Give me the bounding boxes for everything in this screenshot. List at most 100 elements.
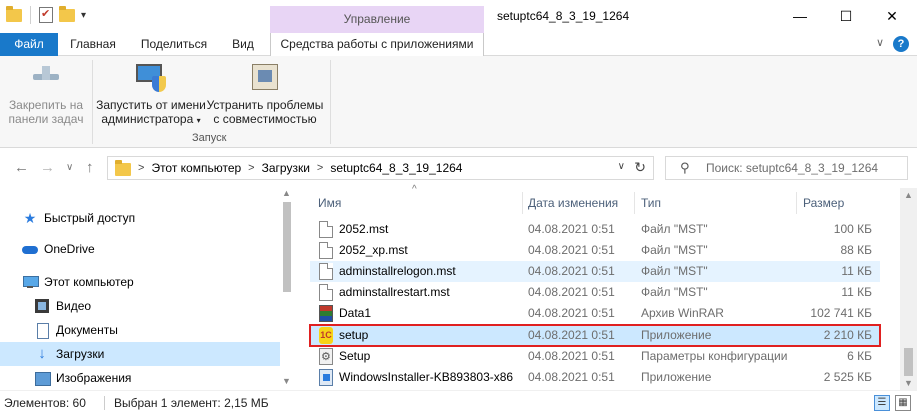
file-name: 2052_xp.mst: [339, 243, 408, 257]
run-as-admin-icon: [134, 62, 168, 92]
search-input[interactable]: Поиск: setuptc64_8_3_19_1264: [706, 161, 878, 175]
tab-share[interactable]: Поделиться: [134, 33, 214, 56]
pin-label-line2: панели задач: [8, 112, 84, 126]
nav-documents-label: Документы: [56, 323, 118, 337]
help-icon[interactable]: ?: [893, 36, 909, 52]
file-row[interactable]: Setup 04.08.2021 0:51 Параметры конфигурац…: [310, 346, 880, 367]
customize-toolbar-dropdown[interactable]: ▾: [81, 10, 86, 21]
forward-button[interactable]: →: [40, 159, 55, 176]
nav-onedrive[interactable]: OneDrive: [22, 237, 95, 261]
troubleshoot-compatibility-button[interactable]: Устранить проблемы с совместимостью: [206, 62, 324, 126]
tab-home[interactable]: Главная: [62, 33, 124, 56]
file-size: 2 525 КБ: [823, 370, 872, 384]
file-row[interactable]: Data1 04.08.2021 0:51 Архив WinRAR 102 741 …: [310, 303, 880, 324]
breadcrumb-downloads[interactable]: Загрузки: [262, 161, 310, 175]
nav-quick-access[interactable]: ★ Быстрый доступ: [22, 206, 135, 230]
status-bar: Элементов: 60 Выбран 1 элемент: 2,15 МБ …: [0, 390, 917, 414]
run-as-admin-button[interactable]: Запустить от имени администратора ▾: [96, 62, 206, 128]
column-headers: ^ Имя Дата изменения Тип Размер: [310, 184, 900, 216]
maximize-button[interactable]: ☐: [823, 0, 869, 32]
close-button[interactable]: ✕: [869, 0, 915, 32]
search-box[interactable]: ⚲ Поиск: setuptc64_8_3_19_1264: [665, 156, 908, 180]
file-type: Архив WinRAR: [641, 306, 724, 320]
column-size[interactable]: Размер: [803, 196, 844, 210]
navigation-bar: ← → ∨ ↑ > Этот компьютер > Загрузки > se…: [0, 148, 917, 188]
file-row[interactable]: WindowsInstaller-KB893803-x86 04.08.2021 …: [310, 367, 880, 388]
column-name[interactable]: Имя: [318, 196, 341, 210]
ribbon-separator: [92, 60, 93, 144]
file-row[interactable]: 2052_xp.mst 04.08.2021 0:51 Файл "MST" 88 К…: [310, 240, 880, 261]
title-bar: ▾ Управление setuptc64_8_3_19_1264 — ☐ ✕: [0, 0, 917, 33]
refresh-icon[interactable]: ↻: [634, 159, 646, 176]
status-separator: [104, 396, 105, 410]
file-date: 04.08.2021 0:51: [528, 370, 615, 384]
selection-info: Выбран 1 элемент: 2,15 МБ: [114, 396, 269, 410]
file-type: Приложение: [641, 328, 712, 342]
file-size: 2 210 КБ: [823, 328, 872, 342]
breadcrumb-current-folder[interactable]: setuptc64_8_3_19_1264: [330, 161, 462, 175]
file-row[interactable]: adminstallrestart.mst 04.08.2021 0:51 Файл…: [310, 282, 880, 303]
minimize-button[interactable]: —: [777, 0, 823, 32]
file-size: 102 741 КБ: [810, 306, 872, 320]
file-date: 04.08.2021 0:51: [528, 222, 615, 236]
file-mst-icon: [319, 221, 333, 238]
download-icon: ↓: [38, 344, 46, 362]
file-onec-icon: 1С: [319, 327, 333, 344]
filelist-scrollbar[interactable]: ▲ ▼: [900, 188, 917, 390]
scrollbar-thumb[interactable]: [283, 202, 291, 292]
file-size: 11 КБ: [841, 285, 872, 299]
breadcrumb-separator[interactable]: >: [248, 162, 254, 174]
scroll-down-icon[interactable]: ▼: [282, 376, 291, 386]
pin-to-taskbar-button[interactable]: Закрепить на панели задач: [6, 62, 86, 126]
address-bar[interactable]: > Этот компьютер > Загрузки > setuptc64_…: [107, 156, 654, 180]
column-date[interactable]: Дата изменения: [528, 196, 618, 210]
run-admin-dropdown-icon[interactable]: ▾: [197, 116, 201, 125]
breadcrumb-separator[interactable]: >: [317, 162, 323, 174]
back-button[interactable]: ←: [14, 159, 29, 176]
file-date: 04.08.2021 0:51: [528, 285, 615, 299]
nav-downloads[interactable]: ↓ Загрузки: [0, 342, 280, 366]
navpane-scrollbar[interactable]: ▲ ▼: [280, 188, 294, 390]
new-folder-icon[interactable]: [59, 5, 75, 22]
column-divider[interactable]: [796, 192, 797, 214]
file-date: 04.08.2021 0:51: [528, 243, 615, 257]
compatibility-icon: [248, 62, 282, 92]
run-admin-label-line1: Запустить от имени: [96, 98, 206, 112]
breadcrumb: > Этот компьютер > Загрузки > setuptc64_…: [138, 161, 462, 175]
star-icon: ★: [23, 209, 37, 226]
nav-documents[interactable]: Документы: [34, 318, 118, 342]
column-divider[interactable]: [522, 192, 523, 214]
properties-icon[interactable]: [39, 7, 53, 23]
quick-access-toolbar: ▾: [6, 5, 86, 24]
address-dropdown-icon[interactable]: ∨: [618, 161, 625, 172]
file-row[interactable]: 2052.mst 04.08.2021 0:51 Файл "MST" 100 КБ: [310, 219, 880, 240]
scrollbar-thumb[interactable]: [904, 348, 913, 376]
scroll-up-icon[interactable]: ▲: [904, 190, 913, 200]
up-button[interactable]: ↑: [86, 159, 94, 176]
file-size: 6 КБ: [847, 349, 872, 363]
folder-icon: [6, 5, 22, 22]
tab-view[interactable]: Вид: [222, 33, 264, 56]
tab-file[interactable]: Файл: [0, 33, 58, 56]
file-row[interactable]: adminstallrelogon.mst 04.08.2021 0:51 Файл…: [310, 261, 880, 282]
breadcrumb-separator[interactable]: >: [138, 162, 144, 174]
details-view-button[interactable]: ☰: [874, 395, 890, 411]
collapse-ribbon-button[interactable]: ∨: [876, 36, 884, 49]
file-row[interactable]: 1С setup 04.08.2021 0:51 Приложение 2 210 КБ: [309, 324, 881, 347]
large-icons-view-button[interactable]: ▦: [895, 395, 911, 411]
breadcrumb-this-pc[interactable]: Этот компьютер: [151, 161, 241, 175]
nav-this-pc-label: Этот компьютер: [44, 275, 134, 289]
file-name: 2052.mst: [339, 222, 389, 236]
file-date: 04.08.2021 0:51: [528, 306, 615, 320]
column-type[interactable]: Тип: [641, 196, 661, 210]
scroll-down-icon[interactable]: ▼: [904, 378, 913, 388]
nav-this-pc[interactable]: Этот компьютер: [22, 270, 134, 294]
image-icon: [34, 370, 51, 386]
column-divider[interactable]: [634, 192, 635, 214]
recent-locations-button[interactable]: ∨: [66, 162, 73, 173]
tab-app-tools[interactable]: Средства работы с приложениями: [270, 33, 484, 57]
nav-videos[interactable]: Видео: [34, 294, 91, 318]
scroll-up-icon[interactable]: ▲: [282, 188, 291, 198]
window-title: setuptc64_8_3_19_1264: [497, 9, 630, 23]
nav-images[interactable]: Изображения: [34, 366, 131, 390]
